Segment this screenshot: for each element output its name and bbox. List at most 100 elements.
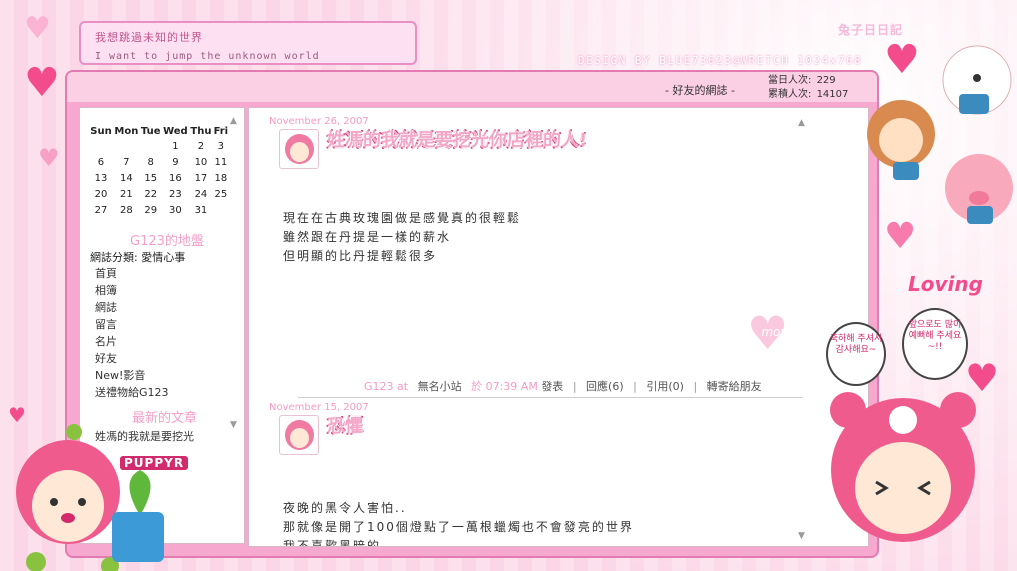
calendar-weekday: Sun	[90, 126, 112, 137]
calendar-day[interactable]	[113, 138, 140, 154]
calendar-day[interactable]: 21	[113, 186, 140, 202]
post-body-line: 現在在古典玫瑰園做是感覺真的很輕鬆	[283, 211, 522, 225]
main-content[interactable]: ▲ ▼ November 26, 2007 姓馮的我就是要挖光你店裡的人! 現在…	[248, 107, 869, 547]
post-body: 現在在古典玫瑰園做是感覺真的很輕鬆 雖然跟在丹提是一樣的薪水 但明顯的比丹提輕鬆…	[283, 209, 809, 266]
calendar-day[interactable]: 17	[189, 170, 213, 186]
calendar-day[interactable]: 22	[140, 186, 162, 202]
calendar-day[interactable]: 2	[189, 138, 213, 154]
calendar-day[interactable]: 24	[189, 186, 213, 202]
calendar-week-row: 27 28 29 30 31	[89, 202, 229, 218]
speech-bubble-left: 축하해 주셔서 감사해요~	[826, 322, 886, 386]
sidebar-item-guestbook[interactable]: 留言	[95, 316, 169, 333]
calendar-day[interactable]	[213, 202, 229, 218]
post-replies-link[interactable]: 回應(6)	[586, 380, 624, 393]
heart-icon: ♥	[38, 144, 60, 172]
calendar-day[interactable]: 28	[113, 202, 140, 218]
total-label: 累積人次:	[768, 89, 812, 100]
avatar	[279, 415, 319, 455]
sidebar-item-home[interactable]: 首頁	[95, 265, 169, 282]
heart-icon: ♥	[24, 60, 60, 106]
sidebar-item-gift[interactable]: 送禮物給G123	[95, 384, 169, 401]
map-heading: G123的地盤	[130, 234, 204, 249]
character-girl-illustration	[16, 424, 164, 571]
avatar	[279, 129, 319, 169]
calendar-day[interactable]: 1	[162, 138, 190, 154]
calendar-day[interactable]: 7	[113, 154, 140, 170]
sidebar-nav: 首頁 相簿 網誌 留言 名片 好友 New!影音 送禮物給G123	[95, 265, 169, 401]
character-bear-girl-illustration	[830, 392, 976, 542]
blog-post: November 15, 2007 恐懼 夜晚的黑令人害怕.. 那就像是開了10…	[269, 402, 809, 547]
calendar-weekday: Fri	[213, 126, 229, 137]
more-label: more	[761, 325, 793, 339]
heart-icon: ♥	[24, 11, 51, 46]
calendar-day[interactable]: 30	[162, 202, 190, 218]
calendar-day[interactable]	[89, 138, 113, 154]
calendar-day[interactable]	[140, 138, 162, 154]
visit-counters: 當日人次: 229 累積人次: 14107	[768, 74, 848, 102]
post-category-link[interactable]: 無名小站	[418, 380, 462, 393]
post-time-prefix: 於	[471, 380, 483, 393]
friend-blog-link[interactable]: - 好友的網誌 -	[665, 82, 735, 98]
calendar-weekday: Tue	[140, 126, 161, 137]
calendar-week-row: 6 7 8 9 10 11	[89, 154, 229, 170]
category-line: 網誌分類: 愛情心事	[90, 249, 185, 265]
scroll-down-arrow[interactable]: ▼	[230, 420, 237, 430]
frame-header	[67, 72, 877, 102]
calendar-day[interactable]: 31	[189, 202, 213, 218]
total-value: 14107	[816, 89, 849, 100]
category-label: 網誌分類:	[90, 251, 138, 264]
today-label: 當日人次:	[768, 75, 812, 86]
calendar-day[interactable]: 10	[189, 154, 213, 170]
calendar-weekday: Mon	[114, 126, 139, 137]
calendar-week-row: 20 21 22 23 24 25	[89, 186, 229, 202]
post-author: G123	[364, 380, 394, 393]
post-divider	[298, 397, 803, 398]
calendar-day[interactable]: 9	[162, 154, 190, 170]
calendar-day[interactable]: 13	[89, 170, 113, 186]
calendar-day[interactable]: 8	[140, 154, 162, 170]
meta-separator: |	[633, 380, 637, 393]
puppy-logo: PUPPYR	[120, 456, 189, 470]
category-link[interactable]: 愛情心事	[141, 251, 185, 264]
calendar-day[interactable]: 18	[213, 170, 229, 186]
sidebar-item-profile[interactable]: 名片	[95, 333, 169, 350]
post-published-link[interactable]: 發表	[541, 380, 563, 393]
post-body-line: 雖然跟在丹提是一樣的薪水	[283, 230, 452, 244]
calendar-day[interactable]: 3	[213, 138, 229, 154]
post-body-line: 但明顯的比丹提輕鬆很多	[283, 249, 438, 263]
scroll-up-arrow[interactable]: ▲	[230, 116, 237, 126]
sidebar-item-album[interactable]: 相簿	[95, 282, 169, 299]
calendar-day[interactable]: 6	[89, 154, 113, 170]
calendar-day[interactable]: 25	[213, 186, 229, 202]
sidebar-item-blog[interactable]: 網誌	[95, 299, 169, 316]
calendar-day[interactable]: 15	[140, 170, 162, 186]
speech-bubble-right: 앞으로도 많이 예뻐해 주세요~!!	[902, 308, 968, 380]
calendar-day[interactable]: 16	[162, 170, 190, 186]
blog-title: 我想跳過未知的世界	[95, 31, 203, 44]
meta-separator: |	[572, 380, 577, 393]
calendar-week-row: 13 14 15 16 17 18	[89, 170, 229, 186]
loving-text: Loving	[908, 272, 983, 296]
sidebar-item-video[interactable]: New!影音	[95, 367, 169, 384]
more-button[interactable]: ♥ more	[747, 310, 807, 356]
blog-post: November 26, 2007 姓馮的我就是要挖光你店裡的人! 現在在古典玫…	[269, 116, 809, 398]
post-body-line: 夜晚的黑令人害怕..	[283, 501, 407, 515]
post-forward-link[interactable]: 轉寄給朋友	[707, 380, 762, 393]
calendar-day[interactable]: 20	[89, 186, 113, 202]
post-title[interactable]: 姓馮的我就是要挖光你店裡的人!	[327, 126, 587, 152]
post-trackback-link[interactable]: 引用(0)	[646, 380, 684, 393]
sidebar-item-friends[interactable]: 好友	[95, 350, 169, 367]
calendar-day[interactable]: 14	[113, 170, 140, 186]
today-value: 229	[816, 75, 836, 86]
post-title[interactable]: 恐懼	[327, 412, 363, 438]
calendar-day[interactable]: 29	[140, 202, 162, 218]
calendar-day[interactable]: 27	[89, 202, 113, 218]
post-at: at	[397, 380, 409, 393]
design-credit: DESIGN BY BLUE73623@WRETCH 1024x768	[578, 54, 863, 67]
calendar-day[interactable]: 23	[162, 186, 190, 202]
meta-separator: |	[693, 380, 698, 393]
character-animals-illustration	[867, 45, 1013, 224]
calendar-weekday: Wed	[163, 126, 188, 137]
calendar-day[interactable]: 11	[213, 154, 229, 170]
post-body-line: 我不喜歡黑暗的	[283, 539, 382, 547]
